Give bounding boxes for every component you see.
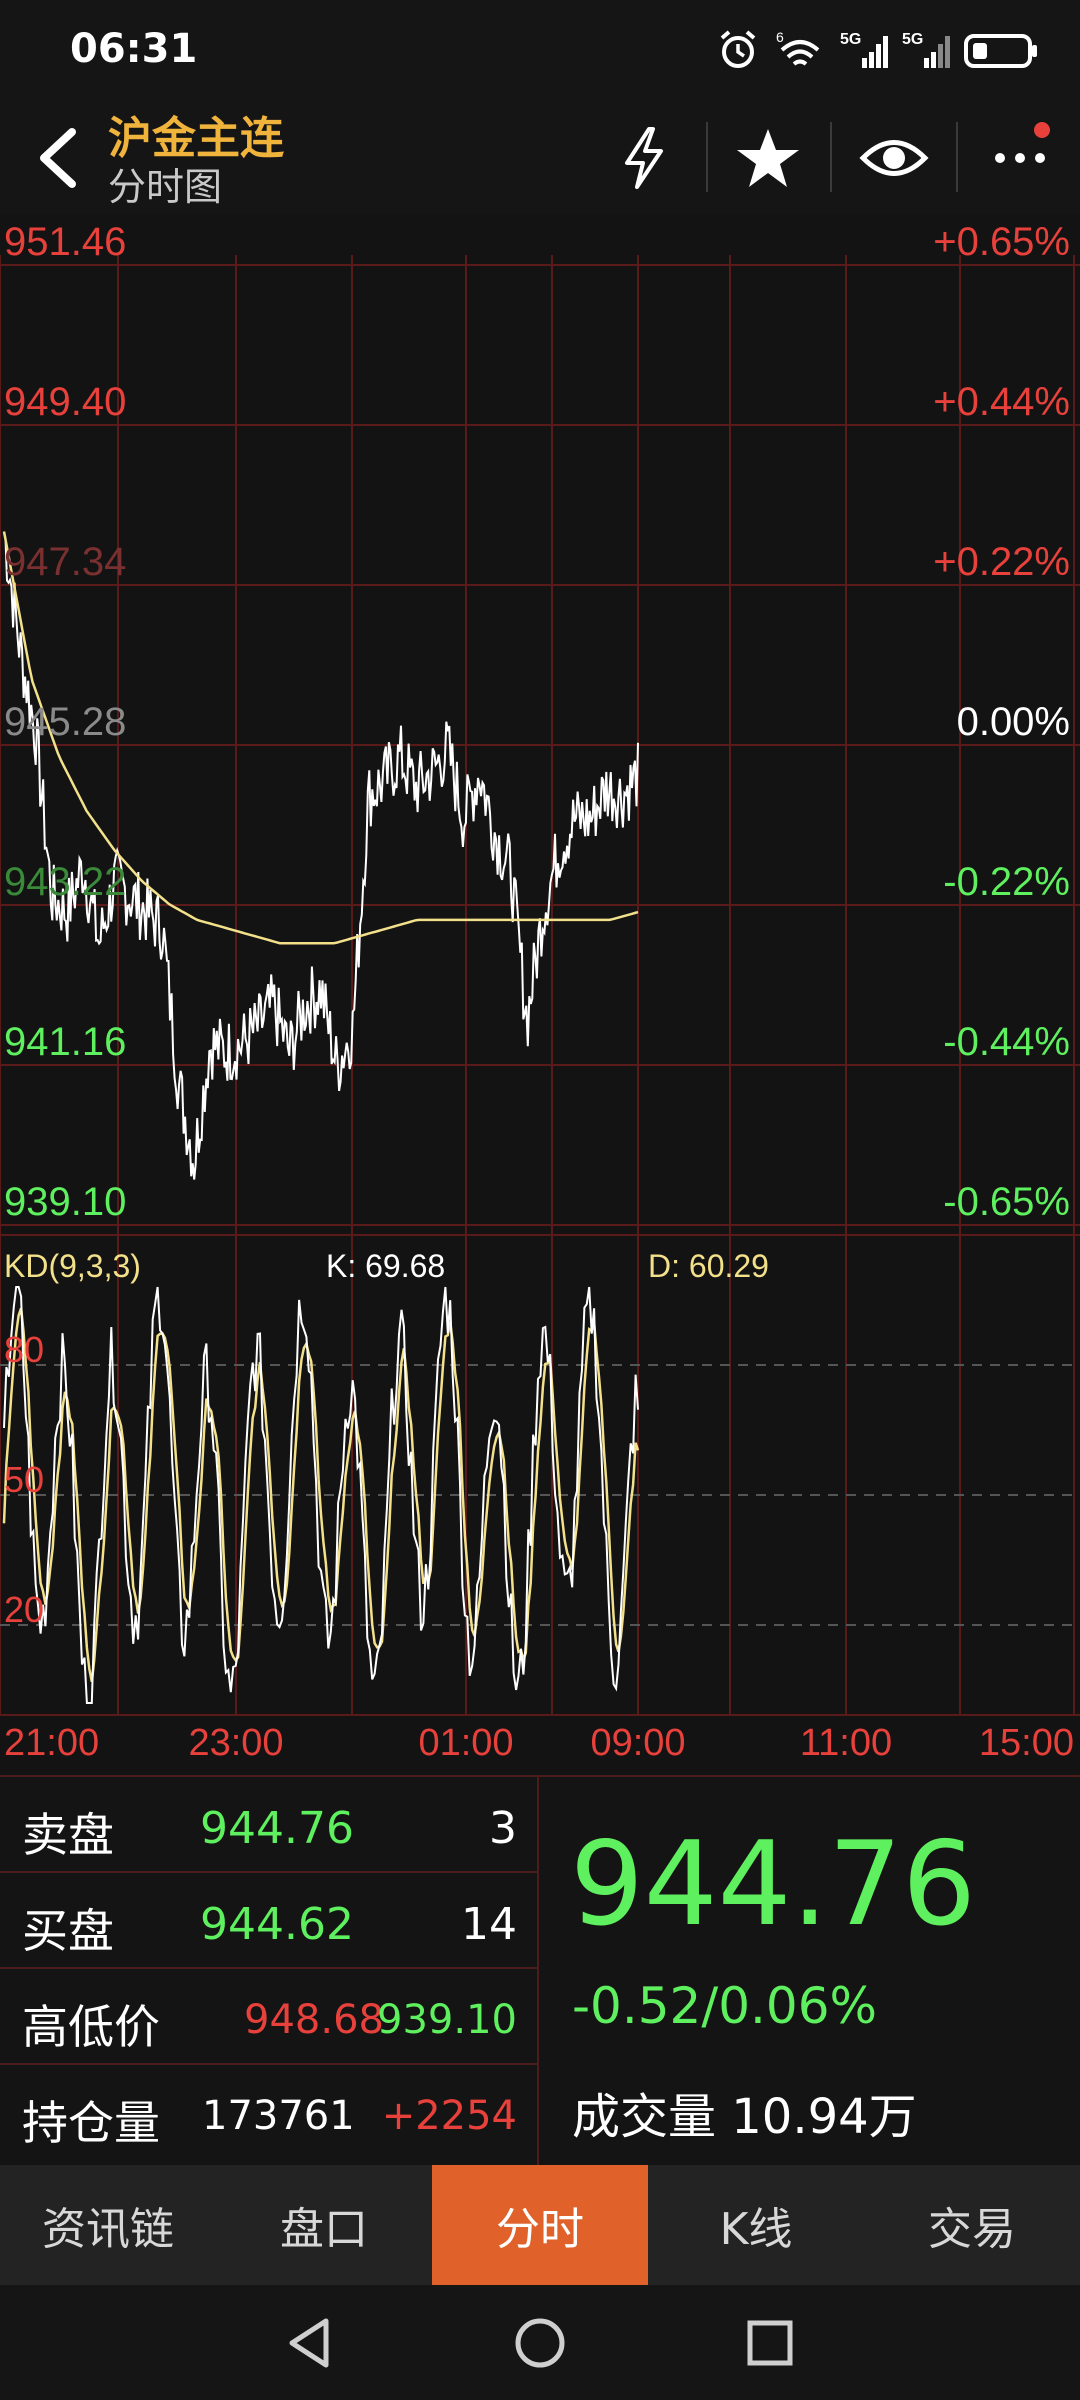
kd-label: KD(9,3,3) [4, 1248, 141, 1284]
price-label-4: 945.28 [4, 700, 126, 744]
flash-button[interactable] [604, 118, 684, 198]
status-time: 06:31 [70, 26, 198, 72]
eye-icon [859, 140, 929, 176]
header-divider [830, 122, 832, 192]
pct-label-2: +0.44% [933, 380, 1070, 424]
last-price: 944.76 [570, 1817, 976, 1952]
svg-text:5G: 5G [902, 31, 923, 48]
tab-orderbook[interactable]: 盘口 [216, 2165, 432, 2285]
buy-volume: 14 [461, 1899, 517, 1950]
more-icon [995, 153, 1045, 163]
status-bar: 06:31 6 5G 5G [0, 0, 1080, 100]
oi-label: 持仓量 [22, 2096, 160, 2150]
svg-text:6: 6 [776, 29, 784, 45]
chart-svg: 951.46 949.40 947.34 945.28 943.22 941.1… [0, 220, 1080, 1764]
svg-text:5G: 5G [840, 31, 861, 48]
pct-label-5: -0.22% [943, 860, 1070, 904]
time-label-4: 09:00 [590, 1722, 685, 1764]
sell-volume: 3 [489, 1803, 517, 1854]
price-label-3: 947.34 [4, 540, 126, 584]
alarm-icon [720, 30, 756, 68]
intraday-chart[interactable]: 951.46 949.40 947.34 945.28 943.22 941.1… [0, 215, 1080, 1775]
sell-price: 944.76 [200, 1803, 354, 1854]
header-divider [706, 122, 708, 192]
open-interest-change: +2254 [381, 2093, 517, 2139]
price-label-5: 943.22 [4, 860, 126, 904]
page-subtitle: 分时图 [108, 165, 223, 209]
signal-2-icon: 5G [902, 31, 950, 68]
kd-level-50: 50 [4, 1459, 44, 1500]
price-label-1: 951.46 [4, 220, 126, 264]
wifi-icon: 6 [776, 29, 820, 66]
quote-divider [537, 1777, 539, 2167]
nav-recents-button[interactable] [740, 2313, 800, 2373]
square-recents-icon [747, 2320, 793, 2366]
k-value: K: 69.68 [326, 1248, 445, 1284]
price-change: -0.52/0.06% [572, 1977, 878, 2035]
hilo-label: 高低价 [22, 2000, 160, 2054]
star-icon [737, 129, 799, 187]
kd-level-80: 80 [4, 1329, 44, 1370]
buy-row: 买盘 944.62 14 [0, 1873, 537, 1969]
buy-label: 买盘 [22, 1904, 114, 1958]
open-interest: 173761 [202, 2093, 355, 2139]
tab-trade[interactable]: 交易 [864, 2165, 1080, 2285]
volume: 成交量 10.94万 [572, 2089, 917, 2145]
hilo-row: 高低价 948.68 939.10 [0, 1969, 537, 2065]
pct-label-3: +0.22% [933, 540, 1070, 584]
battery-icon [964, 34, 1037, 68]
price-line [3, 531, 639, 1180]
sell-label: 卖盘 [22, 1808, 114, 1862]
high-price: 948.68 [244, 1997, 384, 2043]
time-label-5: 11:00 [800, 1722, 892, 1764]
quote-panel: 卖盘 944.76 3 买盘 944.62 14 高低价 948.68 939.… [0, 1775, 1080, 2167]
circle-home-icon [515, 2318, 565, 2368]
header: 沪金主连 分时图 [0, 100, 1080, 215]
lightning-icon [625, 127, 663, 189]
signal-1-icon: 5G [840, 31, 888, 68]
status-icons: 6 5G 5G [716, 24, 1040, 76]
d-value: D: 60.29 [648, 1248, 769, 1284]
tab-news[interactable]: 资讯链 [0, 2165, 216, 2285]
notification-dot [1034, 122, 1050, 138]
nav-back-button[interactable] [280, 2313, 340, 2373]
kd-level-20: 20 [4, 1589, 44, 1630]
kd-grid [0, 1234, 1080, 1716]
nav-home-button[interactable] [510, 2313, 570, 2373]
sell-row: 卖盘 944.76 3 [0, 1777, 537, 1873]
bottom-tabs: 资讯链 盘口 分时 K线 交易 [0, 2165, 1080, 2285]
time-label-3: 01:00 [418, 1722, 513, 1764]
pct-label-7: -0.65% [943, 1180, 1070, 1224]
favorite-button[interactable] [728, 118, 808, 198]
header-divider [956, 122, 958, 192]
tab-kline[interactable]: K线 [648, 2165, 864, 2285]
tab-intraday[interactable]: 分时 [432, 2165, 648, 2285]
price-label-7: 939.10 [4, 1180, 126, 1224]
oi-row: 持仓量 173761 +2254 [0, 2065, 537, 2161]
price-lines [2, 531, 639, 1180]
buy-price: 944.62 [200, 1899, 354, 1950]
chevron-left-icon [40, 128, 76, 188]
time-label-6: 15:00 [979, 1722, 1074, 1764]
system-nav-bar [0, 2285, 1080, 2400]
pct-label-1: +0.65% [933, 220, 1070, 264]
time-label-2: 23:00 [188, 1722, 283, 1764]
price-label-2: 949.40 [4, 380, 126, 424]
low-price: 939.10 [377, 1997, 517, 2043]
watch-button[interactable] [854, 118, 934, 198]
price-label-6: 941.16 [4, 1020, 126, 1064]
back-button[interactable] [28, 122, 88, 192]
time-label-1: 21:00 [4, 1722, 99, 1764]
pct-label-4: 0.00% [957, 700, 1070, 744]
triangle-back-icon [289, 2318, 329, 2368]
pct-label-6: -0.44% [943, 1020, 1070, 1064]
